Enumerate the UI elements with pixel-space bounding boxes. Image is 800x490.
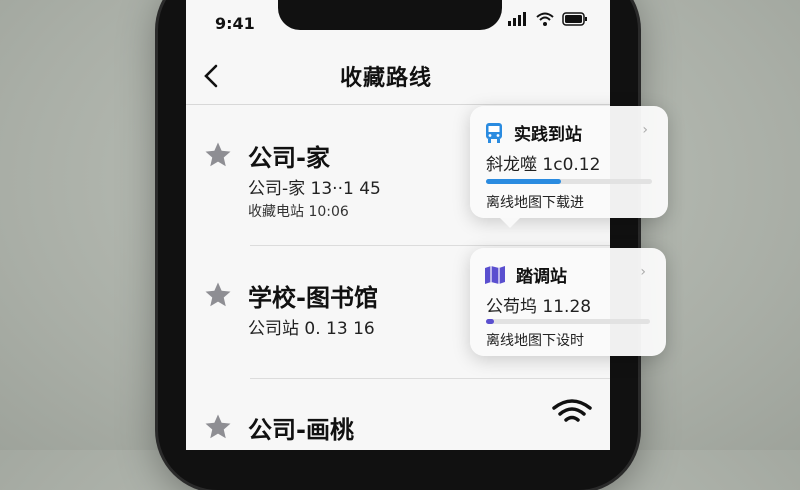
star-icon[interactable] — [203, 140, 233, 170]
progress-fill — [486, 179, 561, 184]
progress-track — [486, 179, 652, 184]
route-title: 公司-家 — [248, 144, 330, 172]
card-footer: 离线地图下载进 — [486, 195, 584, 211]
card-header: 实践到站 — [484, 120, 582, 145]
nav-divider — [186, 104, 610, 105]
cellular-signal-icon — [508, 12, 526, 26]
row-divider — [250, 378, 610, 379]
row-divider — [250, 245, 610, 246]
wifi-icon — [536, 12, 554, 26]
route-subtitle: 公司站 0. 13 16 — [248, 319, 375, 339]
star-icon[interactable] — [203, 412, 233, 442]
route-title: 学校-图书馆 — [248, 284, 378, 312]
bus-icon — [486, 122, 502, 143]
chevron-right-icon[interactable]: › — [642, 122, 648, 138]
star-icon[interactable] — [203, 280, 233, 310]
status-icons — [508, 12, 588, 26]
card-body: 公苟坞 11.28 — [486, 297, 592, 317]
card-body: 斜龙噬 1c0.12 — [486, 155, 601, 175]
progress-fill — [486, 319, 495, 324]
card-title: 实践到站 — [514, 125, 582, 145]
progress-track — [486, 319, 650, 324]
route-meta: 收藏电站 10:06 — [248, 204, 349, 220]
arrival-card[interactable]: 实践到站 › 斜龙噬 1c0.12 离线地图下载进 — [470, 106, 668, 218]
notch — [278, 0, 502, 30]
battery-icon — [562, 12, 587, 26]
station-card[interactable]: 踏调站 › 公苟坞 11.28 离线地图下设时 — [470, 248, 666, 356]
route-title: 公司-画桃 — [248, 416, 354, 444]
map-icon — [485, 265, 505, 284]
back-chevron-icon[interactable] — [198, 62, 226, 90]
offline-wifi-icon — [552, 399, 592, 422]
status-time: 9:41 — [215, 14, 255, 33]
route-subtitle: 公司-家 13··1 45 — [248, 179, 381, 199]
card-header: 踏调站 — [484, 262, 567, 287]
page-title: 收藏路线 — [340, 66, 433, 91]
card-footer: 离线地图下设时 — [486, 333, 584, 349]
card-tail — [500, 218, 520, 228]
chevron-right-icon[interactable]: › — [640, 264, 646, 280]
card-title: 踏调站 — [516, 267, 567, 287]
